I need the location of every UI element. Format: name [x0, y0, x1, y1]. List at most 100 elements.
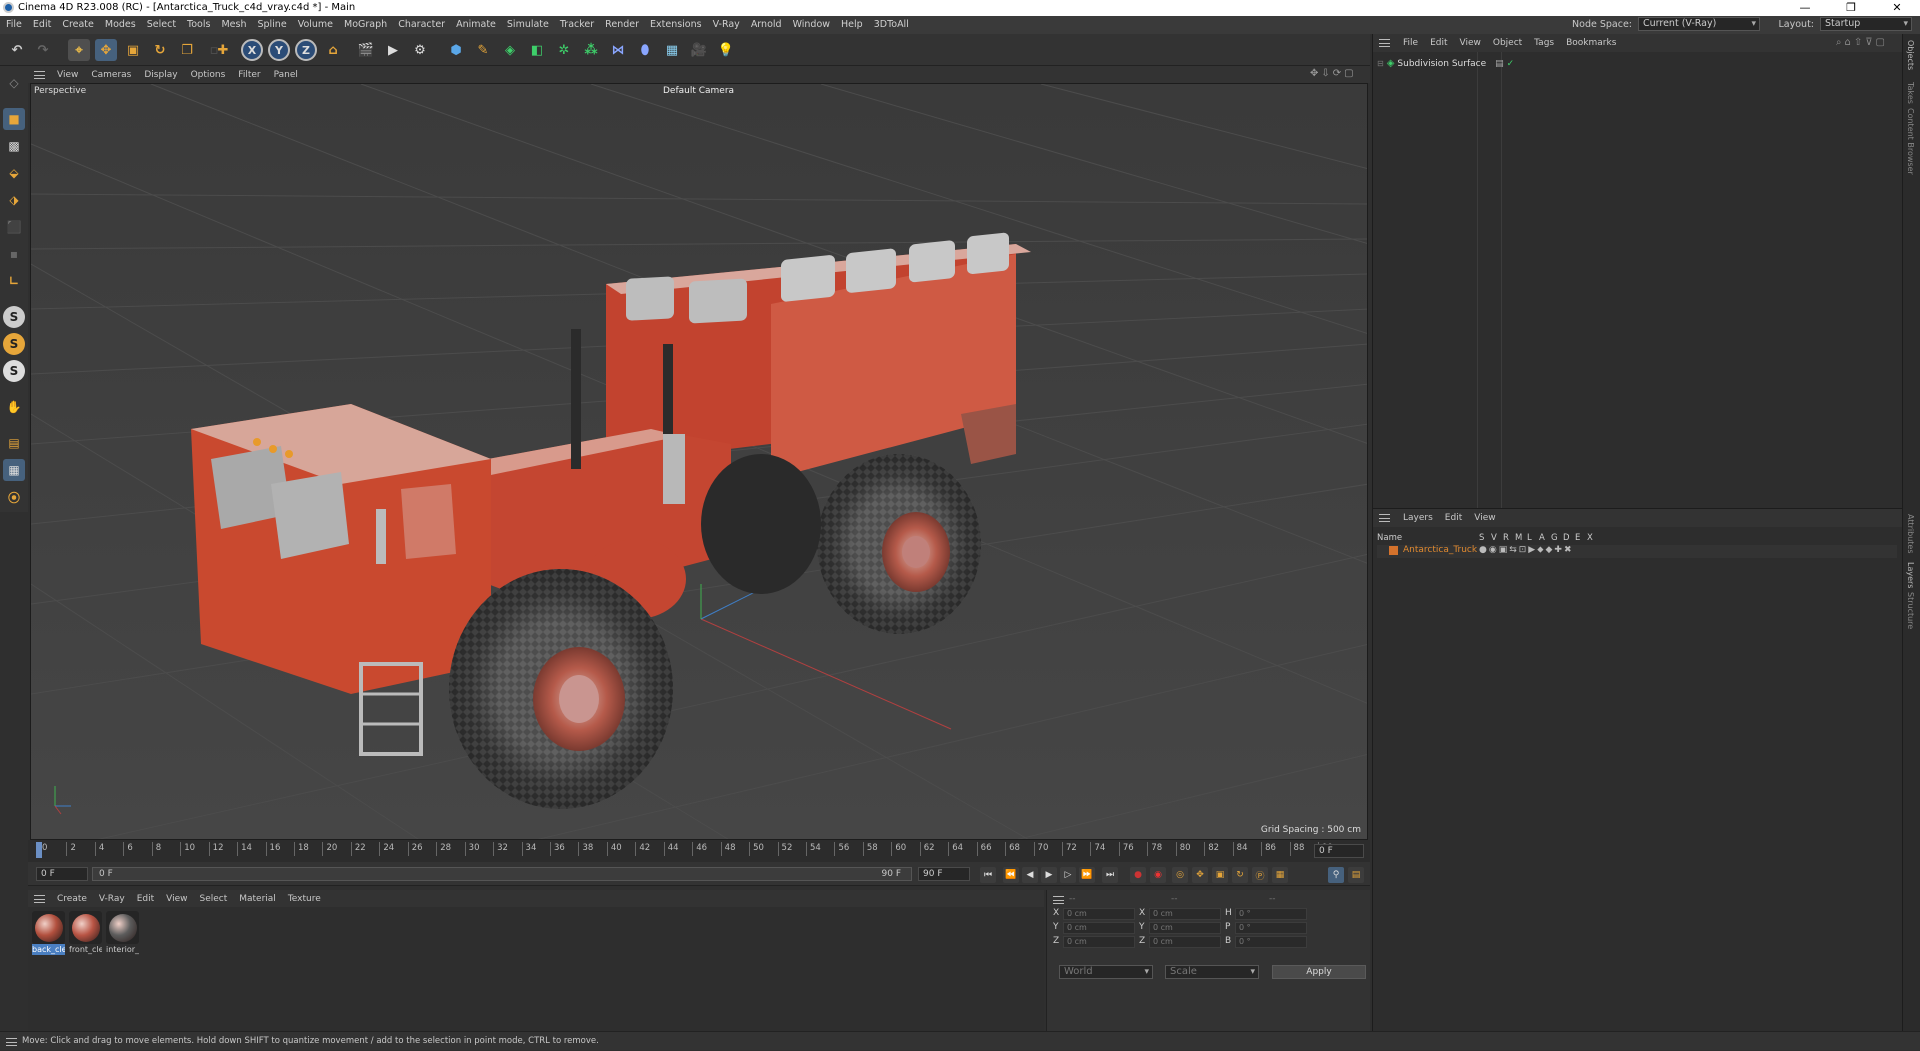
material-menu-edit[interactable]: Edit: [137, 894, 154, 904]
keyframe-selection-icon[interactable]: ◎: [1172, 867, 1188, 883]
axis-mode-icon[interactable]: ∟: [3, 270, 25, 292]
menu-edit[interactable]: Edit: [33, 16, 51, 34]
key-scale-icon[interactable]: ▣: [1212, 867, 1228, 883]
layer-name[interactable]: Antarctica_Truck: [1403, 545, 1477, 555]
locked-workplane-icon[interactable]: ⦿: [3, 486, 25, 508]
coordinate-mode-dropdown[interactable]: World: [1059, 965, 1153, 979]
tab-objects[interactable]: Objects: [1906, 40, 1915, 70]
key-rotation-icon[interactable]: ↻: [1232, 867, 1248, 883]
subdivision-generator-icon[interactable]: ◈: [499, 39, 521, 61]
layer-flag-header-m[interactable]: M: [1515, 533, 1522, 543]
menu-select[interactable]: Select: [147, 16, 176, 34]
tab-attributes[interactable]: Attributes: [1906, 514, 1915, 554]
apply-button[interactable]: Apply: [1272, 965, 1366, 979]
layer-flag-header-v[interactable]: V: [1491, 533, 1497, 543]
layer-flag-header-e[interactable]: E: [1575, 533, 1580, 543]
key-pla-icon[interactable]: ▦: [1272, 867, 1288, 883]
material-swatch-front-cle[interactable]: front_cle: [69, 911, 102, 957]
layer-color-swatch[interactable]: [1389, 546, 1398, 555]
floor-icon[interactable]: ▦: [661, 39, 683, 61]
material-preview[interactable]: [106, 911, 139, 944]
layer-flag-header-d[interactable]: D: [1563, 533, 1570, 543]
tweak-mode-icon[interactable]: ✋: [3, 396, 25, 418]
menu-character[interactable]: Character: [398, 16, 445, 34]
layer-flag-header-g[interactable]: G: [1551, 533, 1558, 543]
tab-layers[interactable]: Layers: [1906, 562, 1915, 588]
layer-row-antarctica-truck[interactable]: Antarctica_Truck ●◉▣⇆⊡▶⬥◆✚✖: [1377, 545, 1897, 558]
material-menu-icon[interactable]: [34, 894, 45, 903]
workplane-snap-toggle[interactable]: S: [3, 360, 25, 382]
tab-takes[interactable]: Takes: [1906, 82, 1915, 104]
menu-mograph[interactable]: MoGraph: [344, 16, 387, 34]
viewport-menu-panel[interactable]: Panel: [274, 70, 298, 80]
layer-menu-layers[interactable]: Layers: [1403, 513, 1433, 523]
tree-collapse-icon[interactable]: ⊟: [1377, 59, 1384, 68]
object-enabled-check-icon[interactable]: ✓: [1507, 59, 1515, 69]
viewport-menu-icon[interactable]: [34, 70, 45, 79]
material-name[interactable]: interior_: [106, 944, 139, 955]
menu-spline[interactable]: Spline: [257, 16, 286, 34]
z-axis-lock-button[interactable]: Z: [295, 39, 317, 61]
close-button[interactable]: ✕: [1874, 0, 1920, 16]
material-menu-texture[interactable]: Texture: [288, 894, 321, 904]
layer-flag-header-x[interactable]: X: [1587, 533, 1593, 543]
material-preview[interactable]: [32, 911, 65, 944]
end-frame-field[interactable]: 90 F: [918, 867, 970, 881]
object-menu-edit[interactable]: Edit: [1430, 38, 1447, 48]
active-camera-label[interactable]: Default Camera: [663, 86, 734, 96]
material-menu-view[interactable]: View: [166, 894, 187, 904]
object-visibility-icon[interactable]: ▤: [1495, 59, 1504, 69]
render-view-icon[interactable]: ▶: [382, 39, 404, 61]
size-y-field[interactable]: 0 cm: [1149, 922, 1221, 934]
live-selection-icon[interactable]: ⌖: [68, 39, 90, 61]
menu-render[interactable]: Render: [605, 16, 639, 34]
coordinate-menu-icon[interactable]: [1053, 896, 1064, 904]
rot-b-field[interactable]: 0 °: [1235, 936, 1307, 948]
deformer-icon[interactable]: ⋈: [607, 39, 629, 61]
layer-flag-header-s[interactable]: S: [1479, 533, 1484, 543]
x-axis-lock-button[interactable]: X: [241, 39, 263, 61]
viewport-menu-filter[interactable]: Filter: [238, 70, 260, 80]
start-frame-field[interactable]: 0 F: [36, 867, 88, 881]
next-key-icon[interactable]: ⏩: [1079, 867, 1095, 883]
object-menu-file[interactable]: File: [1403, 38, 1418, 48]
recent-tool-icon[interactable]: ❐: [176, 39, 198, 61]
size-x-field[interactable]: 0 cm: [1149, 908, 1221, 920]
snapping-toggle[interactable]: S: [3, 306, 25, 328]
layer-flag-icons[interactable]: ●◉▣⇆⊡▶⬥◆✚✖: [1479, 545, 1574, 555]
layer-menu-icon[interactable]: [1379, 514, 1390, 522]
undo-icon[interactable]: ↶: [6, 39, 28, 61]
tab-structure[interactable]: Structure: [1906, 592, 1915, 629]
layout-dropdown[interactable]: Startup: [1820, 17, 1912, 31]
menu-modes[interactable]: Modes: [105, 16, 136, 34]
object-menu-object[interactable]: Object: [1493, 38, 1522, 48]
y-axis-lock-button[interactable]: Y: [268, 39, 290, 61]
pos-y-field[interactable]: 0 cm: [1063, 922, 1135, 934]
pos-z-field[interactable]: 0 cm: [1063, 936, 1135, 948]
viewport-menu-cameras[interactable]: Cameras: [91, 70, 131, 80]
redo-icon[interactable]: ↷: [32, 39, 54, 61]
viewport-menu-view[interactable]: View: [57, 70, 78, 80]
texture-mode-icon[interactable]: ▩: [3, 135, 25, 157]
render-region-icon[interactable]: 🎬: [355, 39, 377, 61]
menu-simulate[interactable]: Simulate: [507, 16, 549, 34]
rot-p-field[interactable]: 0 °: [1235, 922, 1307, 934]
scale-tool-icon[interactable]: ▣: [122, 39, 144, 61]
timeline-ruler[interactable]: 0 2 4 6 8 10 12 14 16 18 20 22 24 26 28 30 32 34 36 38 40 42 4…: [28, 840, 1370, 862]
object-manager-tools[interactable]: ⌕⌂⇧⊽▢: [1836, 37, 1888, 48]
make-editable-icon[interactable]: ◇: [3, 72, 25, 94]
grid-snap-icon[interactable]: ▦: [3, 459, 25, 481]
minimize-button[interactable]: —: [1782, 0, 1828, 16]
object-menu-view[interactable]: View: [1460, 38, 1481, 48]
menu-3dtoall[interactable]: 3DToAll: [874, 16, 909, 34]
size-z-field[interactable]: 0 cm: [1149, 936, 1221, 948]
menu-volume[interactable]: Volume: [298, 16, 333, 34]
next-frame-icon[interactable]: ▷: [1060, 867, 1076, 883]
material-menu-v-ray[interactable]: V-Ray: [99, 894, 125, 904]
goto-start-icon[interactable]: ⏮: [980, 867, 996, 883]
record-keys-icon[interactable]: ●: [1130, 867, 1146, 883]
current-frame-field[interactable]: 0 F: [1314, 844, 1364, 858]
cube-primitive-icon[interactable]: ⬢: [445, 39, 467, 61]
menu-help[interactable]: Help: [841, 16, 863, 34]
material-name[interactable]: front_cle: [69, 944, 102, 955]
